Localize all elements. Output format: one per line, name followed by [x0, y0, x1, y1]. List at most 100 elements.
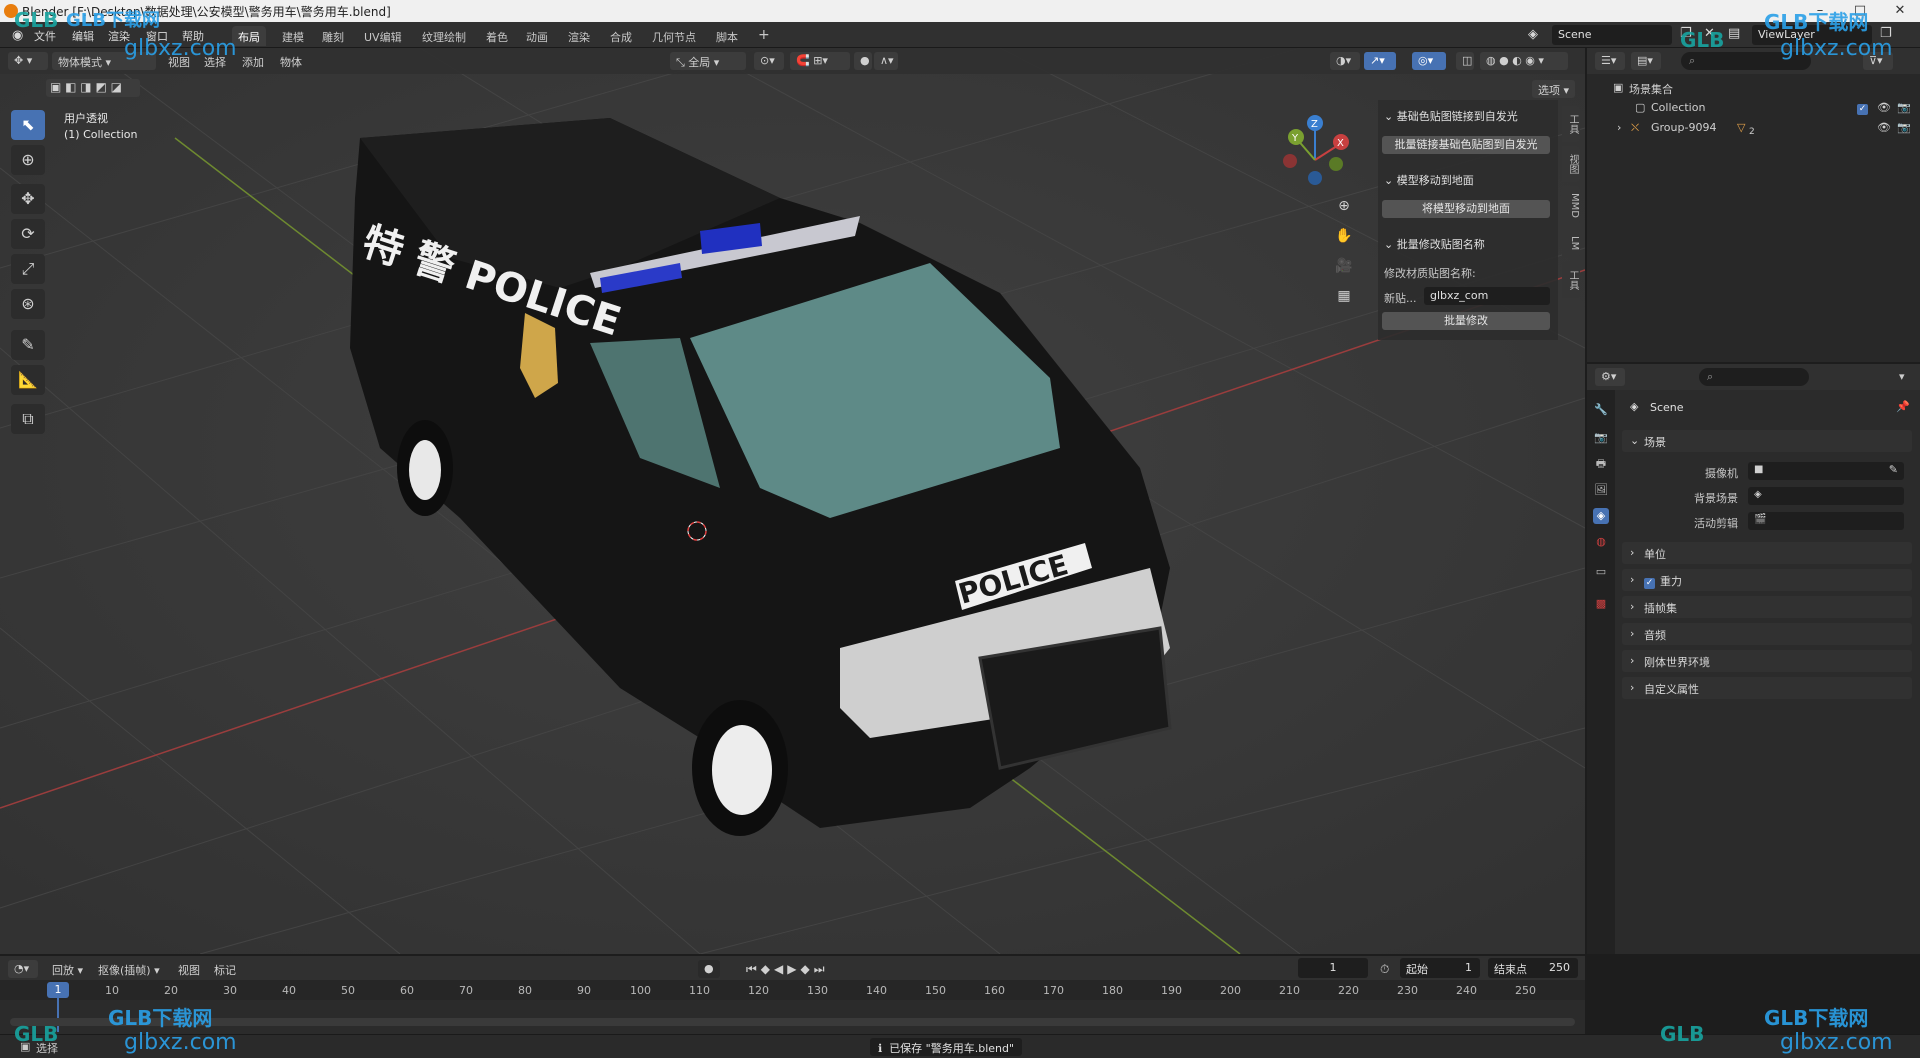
- group-eye-icon[interactable]: 👁: [1877, 121, 1891, 134]
- menu-playback[interactable]: 回放 ▾: [52, 962, 83, 978]
- background-scene-field[interactable]: ◈: [1748, 487, 1904, 505]
- group-camera-icon[interactable]: 📷: [1897, 121, 1911, 134]
- tab-animation[interactable]: 动画: [520, 26, 554, 46]
- ntab-tool-2[interactable]: 工具: [1562, 262, 1580, 298]
- outliner-item-collection[interactable]: ▢ Collection ✓ 👁 📷: [1587, 98, 1920, 118]
- collection-props-icon[interactable]: ▭: [1593, 564, 1609, 580]
- tab-modeling[interactable]: 建模: [276, 26, 310, 46]
- select-mode-icons[interactable]: ▣ ◧ ◨ ◩ ◪: [46, 79, 140, 97]
- proportional-edit-icon[interactable]: ●: [854, 52, 872, 70]
- ntab-mmd[interactable]: MMD: [1562, 186, 1580, 224]
- tab-compositing[interactable]: 合成: [604, 26, 638, 46]
- visibility-icon[interactable]: ◑▾: [1330, 52, 1360, 70]
- annotate-tool-icon[interactable]: ✎: [11, 330, 45, 360]
- section-gravity[interactable]: › ✓ 重力: [1622, 569, 1912, 591]
- tab-uv-editing[interactable]: UV编辑: [358, 26, 408, 46]
- properties-editor-type-icon[interactable]: ⚙▾: [1595, 368, 1625, 386]
- end-frame-field[interactable]: 结束点 250: [1488, 958, 1578, 978]
- ntab-view[interactable]: 视图: [1562, 146, 1580, 182]
- record-icon[interactable]: ●: [698, 960, 720, 978]
- ntab-lm[interactable]: LM: [1562, 228, 1580, 258]
- active-clip-field[interactable]: 🎬: [1748, 512, 1904, 530]
- properties-options-icon[interactable]: ▾: [1899, 370, 1905, 383]
- tool-props-icon[interactable]: 🔧: [1593, 402, 1609, 418]
- transform-orientation-dropdown[interactable]: ⤡ 全局 ▾: [670, 52, 746, 70]
- outliner-item-group[interactable]: › ⛌ Group-9094 ▽ 2 👁 📷: [1587, 118, 1920, 138]
- menu-marker[interactable]: 标记: [214, 962, 236, 978]
- falloff-icon[interactable]: ∧▾: [874, 52, 898, 70]
- select-box-tool-icon[interactable]: ⬉: [11, 110, 45, 140]
- shading-modes-icon[interactable]: ◍ ● ◐ ◉ ▾: [1480, 52, 1568, 70]
- properties-search-input[interactable]: ⌕: [1699, 368, 1809, 386]
- move-tool-icon[interactable]: ✥: [11, 184, 45, 214]
- menu-add[interactable]: 添加: [242, 54, 264, 70]
- start-frame-field[interactable]: 起始 1: [1400, 958, 1480, 978]
- output-props-icon[interactable]: 🖶: [1593, 456, 1609, 472]
- scene-field[interactable]: Scene: [1552, 25, 1672, 45]
- overlay-toggle-icon[interactable]: ◎▾: [1412, 52, 1446, 70]
- collection-eye-icon[interactable]: 👁: [1877, 101, 1891, 114]
- playback-controls-icon[interactable]: ⏮◆◀▶◆⏭: [746, 962, 829, 977]
- gizmo-toggle-icon[interactable]: ↗▾: [1364, 52, 1396, 70]
- tab-texture-paint[interactable]: 纹理绘制: [416, 26, 472, 46]
- new-name-input[interactable]: glbxz_com: [1424, 287, 1550, 305]
- timeline-scrollbar[interactable]: [10, 1018, 1575, 1026]
- pan-hand-icon[interactable]: ✋: [1332, 224, 1356, 248]
- cursor-tool-icon[interactable]: ⊕: [11, 145, 45, 175]
- tab-sculpting[interactable]: 雕刻: [316, 26, 350, 46]
- timeline-editor-type-icon[interactable]: ◔▾: [8, 960, 38, 978]
- section-move-to-ground-header[interactable]: ⌄ 模型移动到地面: [1384, 172, 1474, 188]
- eyedropper-icon[interactable]: ✎: [1889, 463, 1898, 476]
- pivot-point-icon[interactable]: ⊙▾: [754, 52, 784, 70]
- batch-rename-button[interactable]: 批量修改: [1382, 312, 1550, 330]
- editor-type-button[interactable]: ✥ ▾: [8, 52, 48, 70]
- view-layer-icon[interactable]: ▤: [1728, 26, 1740, 41]
- menu-timeline-view[interactable]: 视图: [178, 962, 200, 978]
- camera-view-icon[interactable]: 🎥: [1332, 254, 1356, 278]
- transform-tool-icon[interactable]: ⊛: [11, 289, 45, 319]
- ntab-tool[interactable]: 工具: [1562, 106, 1580, 142]
- add-workspace-button[interactable]: +: [752, 24, 776, 44]
- tab-shading[interactable]: 着色: [480, 26, 514, 46]
- section-custom-properties[interactable]: › 自定义属性: [1622, 677, 1912, 699]
- expand-arrow-icon[interactable]: ›: [1617, 121, 1621, 134]
- outliner-editor-type-icon[interactable]: ☰▾: [1595, 52, 1625, 70]
- close-button[interactable]: ✕: [1880, 0, 1920, 22]
- move-to-ground-button[interactable]: 将模型移动到地面: [1382, 200, 1550, 218]
- section-audio[interactable]: › 音频: [1622, 623, 1912, 645]
- display-mode-icon[interactable]: ▤▾: [1631, 52, 1661, 70]
- section-keying-sets[interactable]: › 插帧集: [1622, 596, 1912, 618]
- section-scene[interactable]: ⌄ 场景: [1622, 430, 1912, 452]
- render-props-icon[interactable]: 📷: [1593, 430, 1609, 446]
- tab-rendering[interactable]: 渲染: [562, 26, 596, 46]
- stopwatch-icon[interactable]: ⏱: [1380, 962, 1389, 977]
- ortho-grid-icon[interactable]: ▦: [1332, 284, 1356, 308]
- pin-icon[interactable]: 📌: [1896, 400, 1910, 413]
- xray-toggle-icon[interactable]: ◫: [1456, 52, 1474, 70]
- rotate-tool-icon[interactable]: ⟳: [11, 219, 45, 249]
- section-emission-link-header[interactable]: ⌄ 基础色贴图链接到自发光: [1384, 108, 1518, 124]
- playhead[interactable]: 1: [47, 982, 69, 998]
- menu-keying[interactable]: 抠像(插帧) ▾: [98, 962, 160, 978]
- scene-selector-icon[interactable]: ◈: [1528, 27, 1538, 42]
- zoom-icon[interactable]: ⊕: [1332, 194, 1356, 218]
- texture-props-icon[interactable]: ▩: [1593, 596, 1609, 612]
- 3d-viewport[interactable]: 特 警 POLICE POLICE Z X Y: [0, 48, 1585, 954]
- snap-icon[interactable]: 🧲 ⊞▾: [790, 52, 850, 70]
- section-rigid-body-world[interactable]: › 刚体世界环境: [1622, 650, 1912, 672]
- measure-tool-icon[interactable]: 📐: [11, 365, 45, 395]
- section-rename-textures-header[interactable]: ⌄ 批量修改贴图名称: [1384, 236, 1485, 252]
- scene-props-icon[interactable]: ◈: [1593, 508, 1609, 524]
- batch-link-emission-button[interactable]: 批量链接基础色贴图到自发光: [1382, 136, 1550, 154]
- outliner-scene-collection[interactable]: ▣ 场景集合: [1587, 78, 1920, 98]
- options-dropdown[interactable]: 选项 ▾: [1532, 80, 1576, 98]
- tab-layout[interactable]: 布局: [232, 26, 266, 46]
- menu-object[interactable]: 物体: [280, 54, 302, 70]
- section-units[interactable]: › 单位: [1622, 542, 1912, 564]
- collection-camera-icon[interactable]: 📷: [1897, 101, 1911, 114]
- add-cube-tool-icon[interactable]: ⧉: [11, 404, 45, 434]
- view-layer-props-icon[interactable]: 🖼: [1593, 482, 1609, 498]
- tab-geometry-nodes[interactable]: 几何节点: [646, 26, 702, 46]
- scale-tool-icon[interactable]: ⤢: [11, 254, 45, 284]
- world-props-icon[interactable]: ◍: [1593, 534, 1609, 550]
